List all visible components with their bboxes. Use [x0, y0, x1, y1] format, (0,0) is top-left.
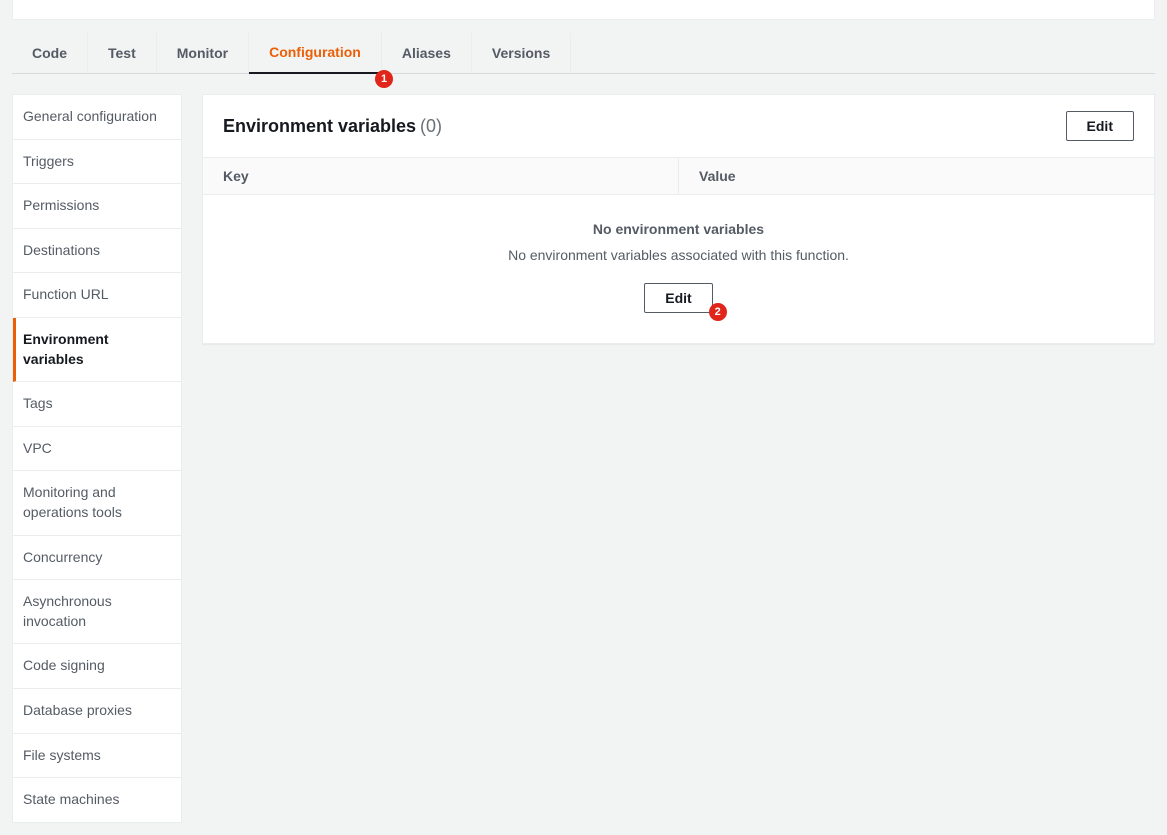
sidebar-item-environment-variables[interactable]: Environment variables [13, 318, 181, 382]
panel-title-count: (0) [420, 116, 442, 136]
sidebar-item-file-systems[interactable]: File systems [13, 734, 181, 779]
tab-versions[interactable]: Versions [472, 33, 571, 73]
env-vars-panel: Environment variables (0) Edit Key Value… [202, 94, 1155, 344]
column-value: Value [679, 158, 1154, 194]
top-panel-placeholder [12, 0, 1155, 20]
sidebar-item-code-signing[interactable]: Code signing [13, 644, 181, 689]
content-row: General configuration Triggers Permissio… [0, 74, 1167, 835]
callout-badge-1: 1 [375, 70, 393, 88]
table-header: Key Value [203, 158, 1154, 195]
sidebar-item-tags[interactable]: Tags [13, 382, 181, 427]
sidebar-item-database-proxies[interactable]: Database proxies [13, 689, 181, 734]
sidebar-item-function-url[interactable]: Function URL [13, 273, 181, 318]
empty-state: No environment variables No environment … [203, 195, 1154, 343]
tab-aliases[interactable]: Aliases [382, 33, 472, 73]
panel-header: Environment variables (0) Edit [203, 95, 1154, 158]
callout-badge-2: 2 [709, 303, 727, 321]
sidebar-item-general-configuration[interactable]: General configuration [13, 95, 181, 140]
sidebar-item-async-invocation[interactable]: Asynchronous invocation [13, 580, 181, 644]
sidebar-item-permissions[interactable]: Permissions [13, 184, 181, 229]
edit-button-header[interactable]: Edit [1066, 111, 1134, 141]
column-key: Key [203, 158, 679, 194]
sidebar-item-monitoring-tools[interactable]: Monitoring and operations tools [13, 471, 181, 535]
tab-test[interactable]: Test [88, 33, 157, 73]
empty-desc: No environment variables associated with… [223, 247, 1134, 263]
tab-monitor[interactable]: Monitor [157, 33, 249, 73]
panel-title: Environment variables [223, 116, 416, 136]
sidebar-item-destinations[interactable]: Destinations [13, 229, 181, 274]
empty-title: No environment variables [223, 221, 1134, 237]
sidebar-item-vpc[interactable]: VPC [13, 427, 181, 472]
panel-title-wrap: Environment variables (0) [223, 116, 442, 137]
sidebar-item-state-machines[interactable]: State machines [13, 778, 181, 822]
empty-button-wrap: Edit 2 [644, 283, 712, 313]
sidebar-item-concurrency[interactable]: Concurrency [13, 536, 181, 581]
edit-button-empty[interactable]: Edit [644, 283, 712, 313]
sidebar-item-triggers[interactable]: Triggers [13, 140, 181, 185]
config-sidebar: General configuration Triggers Permissio… [12, 94, 182, 823]
tab-configuration[interactable]: Configuration [249, 32, 382, 74]
tabs-bar: Code Test Monitor Configuration Aliases … [12, 32, 1155, 74]
tab-code[interactable]: Code [12, 33, 88, 73]
